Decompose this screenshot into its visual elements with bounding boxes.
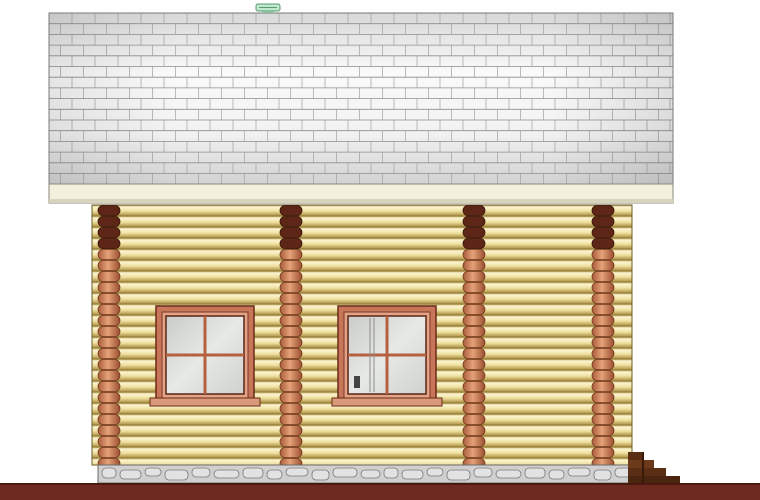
- window-right: [331, 305, 443, 407]
- stone-foundation: [97, 464, 640, 484]
- window-left: [149, 305, 261, 407]
- house-elevation-drawing: [0, 3, 760, 500]
- entry-steps-icon: [628, 452, 680, 484]
- eave-fascia: [48, 183, 674, 204]
- roof: [48, 12, 674, 185]
- ground-line: [0, 483, 760, 500]
- roof-vent-icon: [255, 3, 281, 13]
